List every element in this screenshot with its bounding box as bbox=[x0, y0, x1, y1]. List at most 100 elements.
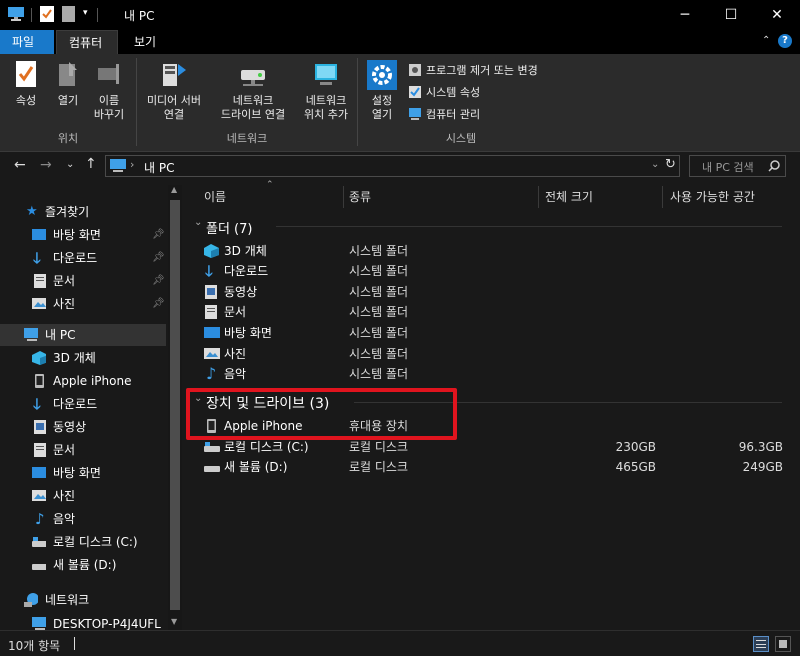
column-header-total-size[interactable]: 전체 크기 bbox=[545, 186, 593, 208]
maximize-button[interactable]: ☐ bbox=[708, 0, 754, 30]
scroll-down-icon[interactable]: ▼ bbox=[171, 617, 177, 626]
nav-item-quick-access[interactable]: ★ 즐겨찾기 bbox=[0, 201, 170, 223]
video-icon bbox=[205, 285, 217, 299]
computer-icon bbox=[8, 7, 24, 21]
star-icon: ★ bbox=[26, 204, 38, 219]
list-item[interactable]: 3D 개체 시스템 폴더 bbox=[0, 241, 800, 261]
chevron-down-icon: ⌄ bbox=[194, 217, 203, 228]
column-separator[interactable] bbox=[662, 186, 663, 208]
nav-label: 로컬 디스크 (C:) bbox=[53, 535, 138, 549]
nav-item-new-volume-d[interactable]: 새 볼륨 (D:) bbox=[0, 554, 170, 576]
list-item[interactable]: 문서 시스템 폴더 bbox=[0, 302, 800, 322]
list-item[interactable]: 동영상 시스템 폴더 bbox=[0, 282, 800, 302]
column-separator[interactable] bbox=[343, 186, 344, 208]
item-type: 시스템 폴더 bbox=[349, 326, 409, 340]
list-item[interactable]: ♪ 음악 시스템 폴더 bbox=[0, 364, 800, 384]
collapse-ribbon-icon[interactable]: ⌃ bbox=[762, 35, 770, 46]
scroll-up-icon[interactable]: ▲ bbox=[171, 185, 177, 194]
back-arrow-icon[interactable]: ← bbox=[14, 157, 26, 173]
system-properties-button[interactable]: 시스템 속성 bbox=[408, 83, 568, 101]
open-button[interactable]: 열기 bbox=[48, 60, 88, 108]
tab-file[interactable]: 파일 bbox=[0, 30, 54, 54]
breadcrumb-chevron-icon[interactable]: › bbox=[130, 158, 134, 171]
tab-computer[interactable]: 컴퓨터 bbox=[56, 30, 118, 54]
ribbon: 속성 열기 이름 바꾸기 위치 미디어 서버 연결 네트워크 드라이브 연결 네… bbox=[0, 54, 800, 152]
drive-icon bbox=[204, 466, 220, 472]
network-location-icon bbox=[315, 64, 337, 85]
item-total-size: 465GB bbox=[615, 460, 656, 474]
rename-button[interactable]: 이름 바꾸기 bbox=[88, 60, 130, 122]
large-icons-view-icon[interactable] bbox=[775, 636, 791, 652]
nav-label: 네트워크 bbox=[45, 593, 90, 607]
open-label: 열기 bbox=[57, 94, 79, 107]
network-icon bbox=[24, 593, 38, 607]
computer-management-button[interactable]: 컴퓨터 관리 bbox=[408, 105, 568, 123]
drive-icon bbox=[204, 442, 220, 452]
settings-gear-icon bbox=[367, 60, 397, 90]
nav-item-local-disk-c[interactable]: 로컬 디스크 (C:) bbox=[0, 531, 170, 553]
search-box[interactable]: 내 PC 검색 bbox=[689, 155, 786, 177]
list-item[interactable]: 바탕 화면 시스템 폴더 bbox=[0, 323, 800, 343]
details-view-icon[interactable] bbox=[753, 636, 769, 652]
group-divider bbox=[276, 226, 782, 227]
properties-icon[interactable] bbox=[40, 6, 54, 22]
item-name: 동영상 bbox=[224, 285, 258, 299]
item-name: 다운로드 bbox=[224, 264, 269, 278]
minimize-button[interactable]: ─ bbox=[662, 0, 708, 30]
uninstall-icon bbox=[409, 64, 421, 76]
help-icon[interactable]: ? bbox=[778, 34, 792, 48]
network-drive-icon bbox=[241, 70, 265, 86]
list-item[interactable]: 로컬 디스크 (C:) 로컬 디스크 230GB 96.3GB bbox=[0, 437, 800, 457]
map-drive-button[interactable]: 네트워크 드라이브 연결 bbox=[210, 60, 296, 122]
ribbon-tabs: 파일 컴퓨터 보기 ⌃ ? bbox=[0, 30, 800, 54]
desktop-icon bbox=[32, 229, 46, 240]
divider bbox=[97, 8, 98, 22]
column-header-type[interactable]: 종류 bbox=[349, 186, 371, 208]
network-group-label: 네트워크 bbox=[226, 132, 268, 145]
nav-item-pictures-pc[interactable]: 사진 bbox=[0, 485, 170, 507]
forward-arrow-icon[interactable]: → bbox=[40, 157, 52, 173]
nav-label: 새 볼륨 (D:) bbox=[53, 558, 117, 572]
open-icon bbox=[59, 62, 77, 86]
download-arrow-icon: 🡓 bbox=[205, 262, 213, 280]
tab-view[interactable]: 보기 bbox=[122, 30, 168, 54]
rename-icon bbox=[98, 64, 119, 84]
address-dropdown-icon[interactable]: ⌄ bbox=[651, 159, 659, 170]
list-item[interactable]: 새 볼륨 (D:) 로컬 디스크 465GB 249GB bbox=[0, 457, 800, 477]
list-item[interactable]: 사진 시스템 폴더 bbox=[0, 344, 800, 364]
group-header-folders[interactable]: ⌄ 폴더 (7) bbox=[190, 217, 786, 237]
recent-locations-chevron-down-icon[interactable]: ⌄ bbox=[66, 159, 74, 170]
breadcrumb-current[interactable]: 내 PC bbox=[144, 159, 174, 176]
list-item[interactable]: 🡓 다운로드 시스템 폴더 bbox=[0, 261, 800, 281]
column-header-free-space[interactable]: 사용 가능한 공간 bbox=[670, 186, 755, 208]
item-type: 시스템 폴더 bbox=[349, 305, 409, 319]
computer-management-icon bbox=[409, 108, 421, 120]
up-arrow-icon[interactable]: ↑ bbox=[85, 156, 97, 172]
column-separator[interactable] bbox=[538, 186, 539, 208]
address-bar[interactable]: › 내 PC ⌄ ↻ bbox=[105, 155, 680, 177]
highlight-annotation-box bbox=[186, 388, 457, 440]
uninstall-program-button[interactable]: 프로그램 제거 또는 변경 bbox=[408, 61, 568, 79]
system-group-label: 시스템 bbox=[445, 132, 477, 145]
new-folder-icon[interactable] bbox=[62, 6, 75, 22]
nav-item-downloads-pc[interactable]: 🡓 다운로드 bbox=[0, 393, 170, 415]
nav-label: 음악 bbox=[53, 512, 76, 526]
open-settings-button[interactable]: 설정 열기 bbox=[362, 60, 402, 122]
nav-item-music[interactable]: ♪ 음악 bbox=[0, 508, 170, 530]
quick-access-dropdown-icon[interactable]: ▾ bbox=[83, 8, 88, 18]
nav-item-network[interactable]: 네트워크 bbox=[0, 589, 170, 611]
open-settings-label: 설정 열기 bbox=[371, 94, 393, 121]
item-type: 시스템 폴더 bbox=[349, 347, 409, 361]
drive-icon bbox=[32, 537, 46, 547]
item-type: 로컬 디스크 bbox=[349, 460, 409, 474]
nav-label: 사진 bbox=[53, 489, 76, 503]
system-properties-icon bbox=[409, 86, 421, 98]
refresh-icon[interactable]: ↻ bbox=[665, 157, 676, 172]
add-network-location-button[interactable]: 네트워크 위치 추가 bbox=[298, 60, 354, 122]
close-button[interactable]: ✕ bbox=[754, 0, 800, 30]
column-header-name[interactable]: 이름 bbox=[204, 186, 226, 208]
media-server-button[interactable]: 미디어 서버 연결 bbox=[140, 60, 208, 122]
properties-button[interactable]: 속성 bbox=[6, 60, 46, 108]
item-name: 3D 개체 bbox=[224, 244, 267, 258]
properties-icon bbox=[16, 61, 36, 87]
